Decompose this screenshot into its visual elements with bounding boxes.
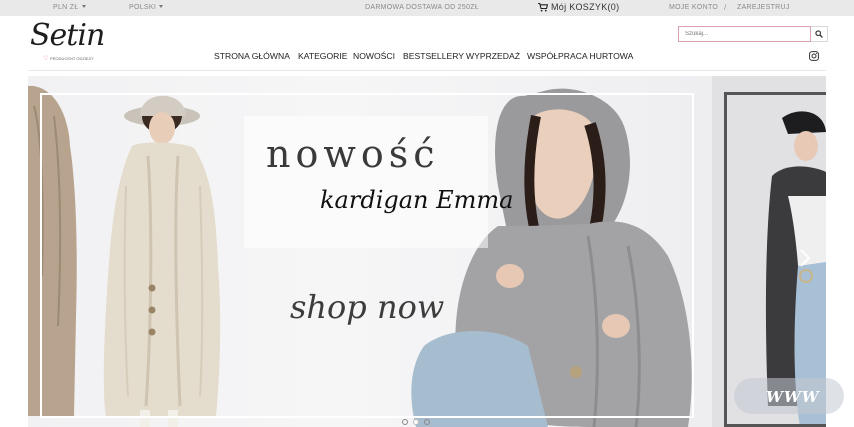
nav-item-categories[interactable]: KATEGORIE [298, 51, 348, 61]
chevron-down-icon [81, 5, 86, 8]
search-input[interactable] [678, 26, 811, 42]
language-label: POLSKI [129, 4, 157, 11]
www-badge: WWW [734, 378, 844, 414]
heart-icon: ♡ [43, 56, 49, 62]
cart-icon [538, 2, 549, 12]
chevron-right-icon[interactable] [798, 248, 812, 268]
nav-item-sale[interactable]: WYPRZEDAŻ [466, 51, 520, 61]
currency-label: PLN ZŁ [53, 4, 79, 11]
logo-tagline: PRODUCENT ODZIEŻY [50, 56, 94, 61]
nav-item-new[interactable]: NOWOŚCI [353, 51, 395, 61]
nav-item-bestsellers[interactable]: BESTSELLERY [403, 51, 464, 61]
nav-item-home[interactable]: STRONA GŁÓWNA [214, 51, 290, 61]
slider-dot[interactable] [424, 419, 430, 425]
hero-headline: nowość [266, 132, 440, 176]
divider: / [724, 3, 727, 12]
slider-dot-active[interactable] [413, 419, 419, 425]
hero-slider[interactable]: nowość kardigan Emma shop now [28, 76, 826, 427]
header-divider [28, 70, 826, 71]
free-shipping-note: DARMOWA DOSTAWA OD 250ZŁ [365, 4, 480, 11]
register-link[interactable]: ZAREJESTRUJ [737, 4, 790, 11]
search-icon [815, 30, 823, 38]
logo-wordmark: Setin [30, 18, 105, 53]
www-badge-text: WWW [766, 388, 820, 406]
account-link[interactable]: MOJE KONTO [669, 4, 718, 11]
search-button[interactable] [811, 26, 828, 42]
chevron-down-icon [159, 5, 164, 8]
currency-selector[interactable]: PLN ZŁ [53, 4, 86, 11]
instagram-icon[interactable] [809, 51, 819, 61]
top-bar: PLN ZŁ POLSKI DARMOWA DOSTAWA OD 250ZŁ M… [0, 0, 854, 16]
cart-label: Mój KOSZYK(0) [551, 2, 620, 12]
cart-link[interactable]: Mój KOSZYK(0) [538, 2, 619, 12]
slider-dot[interactable] [402, 419, 408, 425]
search-bar [678, 26, 828, 42]
slider-dots [402, 419, 430, 425]
language-selector[interactable]: POLSKI [129, 4, 164, 11]
nav-item-wholesale[interactable]: WSPÓŁPRACA HURTOWA [527, 51, 633, 61]
logo[interactable]: Setin ♡ PRODUCENT ODZIEŻY [28, 18, 105, 66]
hero-subline: kardigan Emma [320, 186, 514, 214]
hero-cta[interactable]: shop now [290, 288, 444, 326]
